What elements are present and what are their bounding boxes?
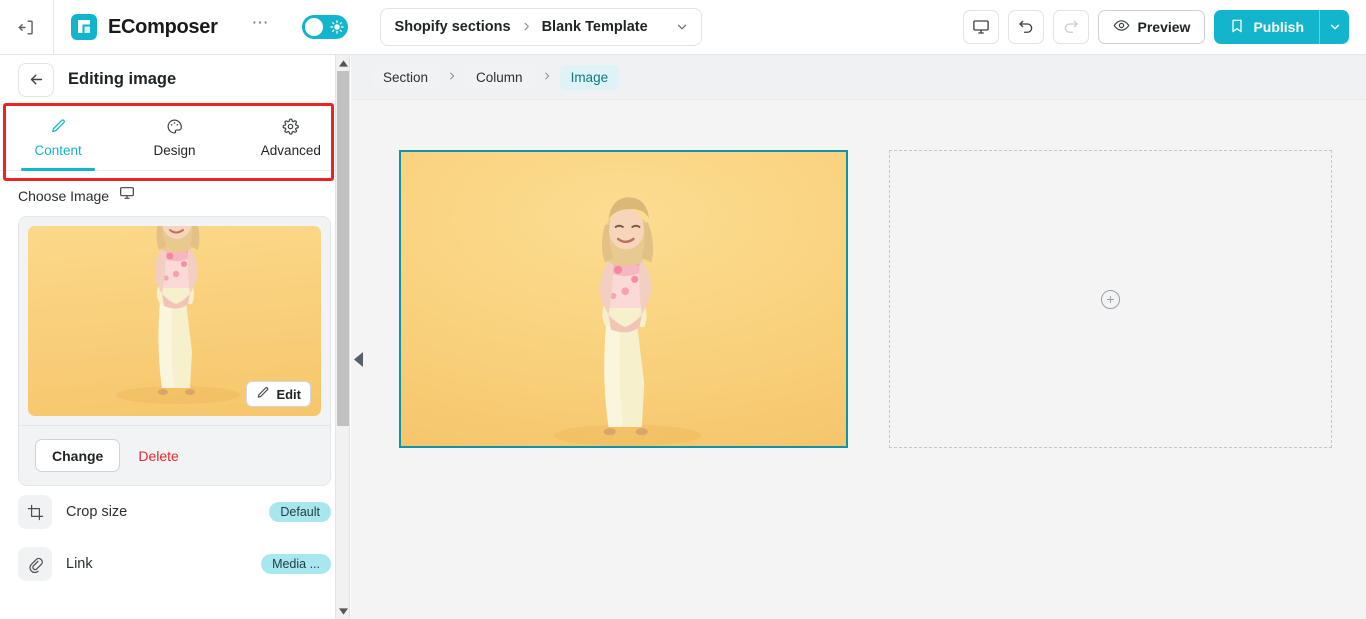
image-card-actions: Change Delete <box>19 425 330 485</box>
choose-image-label: Choose Image <box>18 187 110 204</box>
pencil-icon <box>256 386 270 403</box>
setting-badge-link[interactable]: Media ... <box>261 554 331 574</box>
preview-button[interactable]: Preview <box>1097 10 1206 44</box>
panel-header: Editing image <box>0 55 349 105</box>
brand-name: EComposer <box>108 15 218 38</box>
pencil-icon <box>50 118 67 136</box>
caret-down-icon[interactable] <box>336 603 349 619</box>
tab-design-label: Design <box>153 142 196 158</box>
chevron-right-icon <box>521 20 532 35</box>
sun-icon <box>329 20 344 39</box>
template-current-label: Blank Template <box>541 19 648 35</box>
publish-group: Publish <box>1214 10 1349 44</box>
breadcrumb-item-section[interactable]: Section <box>372 64 440 90</box>
top-toolbar: EComposer ⋯ Shopify sections Blank Templ… <box>0 0 1366 55</box>
setting-label-link: Link <box>66 556 93 572</box>
panel-tabs: Content Design Advanced <box>0 105 349 171</box>
setting-label-crop-size: Crop size <box>66 504 128 520</box>
desktop-icon[interactable] <box>119 185 135 206</box>
caret-up-icon[interactable] <box>336 55 349 71</box>
plus-circle-icon[interactable]: + <box>1101 289 1120 309</box>
chevron-down-icon[interactable] <box>675 20 689 34</box>
ecomposer-editor: EComposer ⋯ Shopify sections Blank Templ… <box>0 0 1366 619</box>
tab-content-label: Content <box>34 142 82 158</box>
canvas-row: + <box>376 150 1341 520</box>
sidebar-scrollbar[interactable] <box>335 55 349 619</box>
publish-label: Publish <box>1253 19 1304 35</box>
brand-area: EComposer ⋯ <box>54 0 348 54</box>
palette-icon <box>166 118 183 136</box>
editor-sidebar: Editing image Content Design Advanced Ch… <box>0 55 350 619</box>
delete-image-link[interactable]: Delete <box>138 448 178 464</box>
tab-content[interactable]: Content <box>0 105 116 171</box>
caret-left-icon[interactable] <box>351 325 365 395</box>
scrollbar-thumb[interactable] <box>337 71 349 426</box>
choose-image-row: Choose Image <box>0 171 349 216</box>
setting-row-crop-size[interactable]: Crop size Default <box>0 486 349 538</box>
breadcrumb-item-column[interactable]: Column <box>465 64 534 90</box>
model-photo-illustration <box>115 226 240 404</box>
tab-advanced-label: Advanced <box>260 142 321 158</box>
exit-icon[interactable] <box>0 0 54 54</box>
chevron-right-icon <box>447 70 457 84</box>
change-image-button[interactable]: Change <box>35 439 121 472</box>
desktop-icon[interactable] <box>962 10 999 44</box>
page-title: Editing image <box>68 70 177 88</box>
arrow-left-icon[interactable] <box>18 62 54 97</box>
panel-body: Choose Image Edit Change Delete Crop siz… <box>0 171 349 590</box>
breadcrumb: Section Column Image <box>351 55 1366 100</box>
link-icon <box>18 547 52 581</box>
selected-image-element[interactable] <box>399 150 848 448</box>
canvas: + <box>351 100 1366 619</box>
eye-icon <box>1113 17 1130 37</box>
empty-column-dropzone[interactable]: + <box>889 150 1332 448</box>
redo-icon[interactable] <box>1052 10 1089 44</box>
more-horizontal-icon[interactable]: ⋯ <box>248 14 274 40</box>
tab-advanced[interactable]: Advanced <box>233 105 349 170</box>
template-root-label: Shopify sections <box>394 19 511 35</box>
undo-icon[interactable] <box>1007 10 1044 44</box>
image-thumbnail[interactable]: Edit <box>28 226 321 416</box>
publish-dropdown-toggle[interactable] <box>1319 10 1349 44</box>
editor-canvas-area: Section Column Image + <box>351 55 1366 619</box>
preview-label: Preview <box>1137 19 1191 35</box>
toggle-knob <box>304 18 323 36</box>
image-card: Edit Change Delete <box>18 216 331 486</box>
ecomposer-logo-icon <box>70 13 98 41</box>
model-photo <box>553 197 701 446</box>
bookmark-icon <box>1229 18 1245 37</box>
edit-image-button[interactable]: Edit <box>246 381 311 407</box>
breadcrumb-item-image[interactable]: Image <box>559 64 620 90</box>
tab-design[interactable]: Design <box>116 105 232 170</box>
template-selector[interactable]: Shopify sections Blank Template <box>379 8 702 46</box>
edit-image-label: Edit <box>276 386 301 402</box>
theme-toggle[interactable] <box>301 15 348 39</box>
setting-badge-crop-size[interactable]: Default <box>269 502 331 522</box>
top-actions: Preview Publish <box>962 10 1366 44</box>
publish-button[interactable]: Publish <box>1214 10 1319 44</box>
gear-icon <box>282 118 300 136</box>
chevron-right-icon <box>542 70 552 84</box>
setting-row-link[interactable]: Link Media ... <box>0 538 349 590</box>
crop-icon <box>18 495 52 529</box>
